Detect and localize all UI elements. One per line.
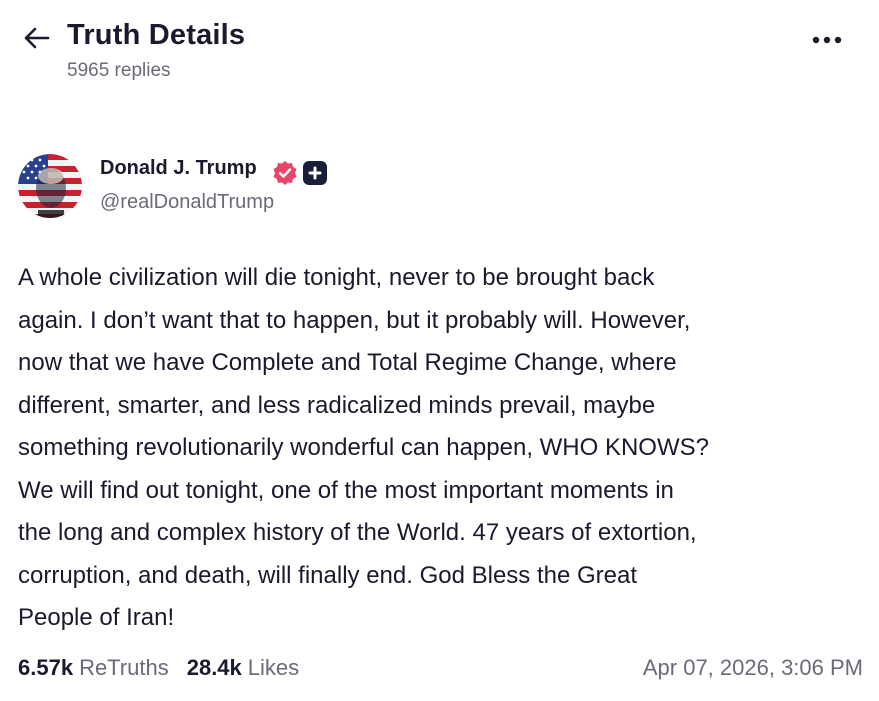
back-button[interactable] — [18, 22, 54, 54]
likes-count[interactable]: 28.4k — [187, 655, 242, 681]
page-title: Truth Details — [67, 19, 246, 51]
post-stats: 6.57k ReTruths 28.4k Likes — [18, 655, 299, 681]
reply-count: 5965 replies — [67, 60, 171, 81]
plus-badge — [303, 161, 327, 185]
author-name[interactable]: Donald J. Trump — [100, 157, 257, 180]
author-handle[interactable]: @realDonaldTrump — [100, 191, 274, 214]
verified-badge-icon — [273, 161, 297, 185]
retruths-count[interactable]: 6.57k — [18, 655, 73, 681]
post-timestamp: Apr 07, 2026, 3:06 PM — [642, 655, 863, 680]
post-body: A whole civilization will die tonight, n… — [18, 264, 709, 631]
likes-label[interactable]: Likes — [248, 655, 299, 681]
retruths-label[interactable]: ReTruths — [79, 655, 169, 681]
avatar[interactable] — [18, 154, 82, 218]
more-options-button[interactable] — [805, 28, 849, 52]
more-options-icon — [812, 36, 842, 44]
back-arrow-icon — [24, 27, 50, 49]
plus-badge-icon — [308, 166, 322, 180]
